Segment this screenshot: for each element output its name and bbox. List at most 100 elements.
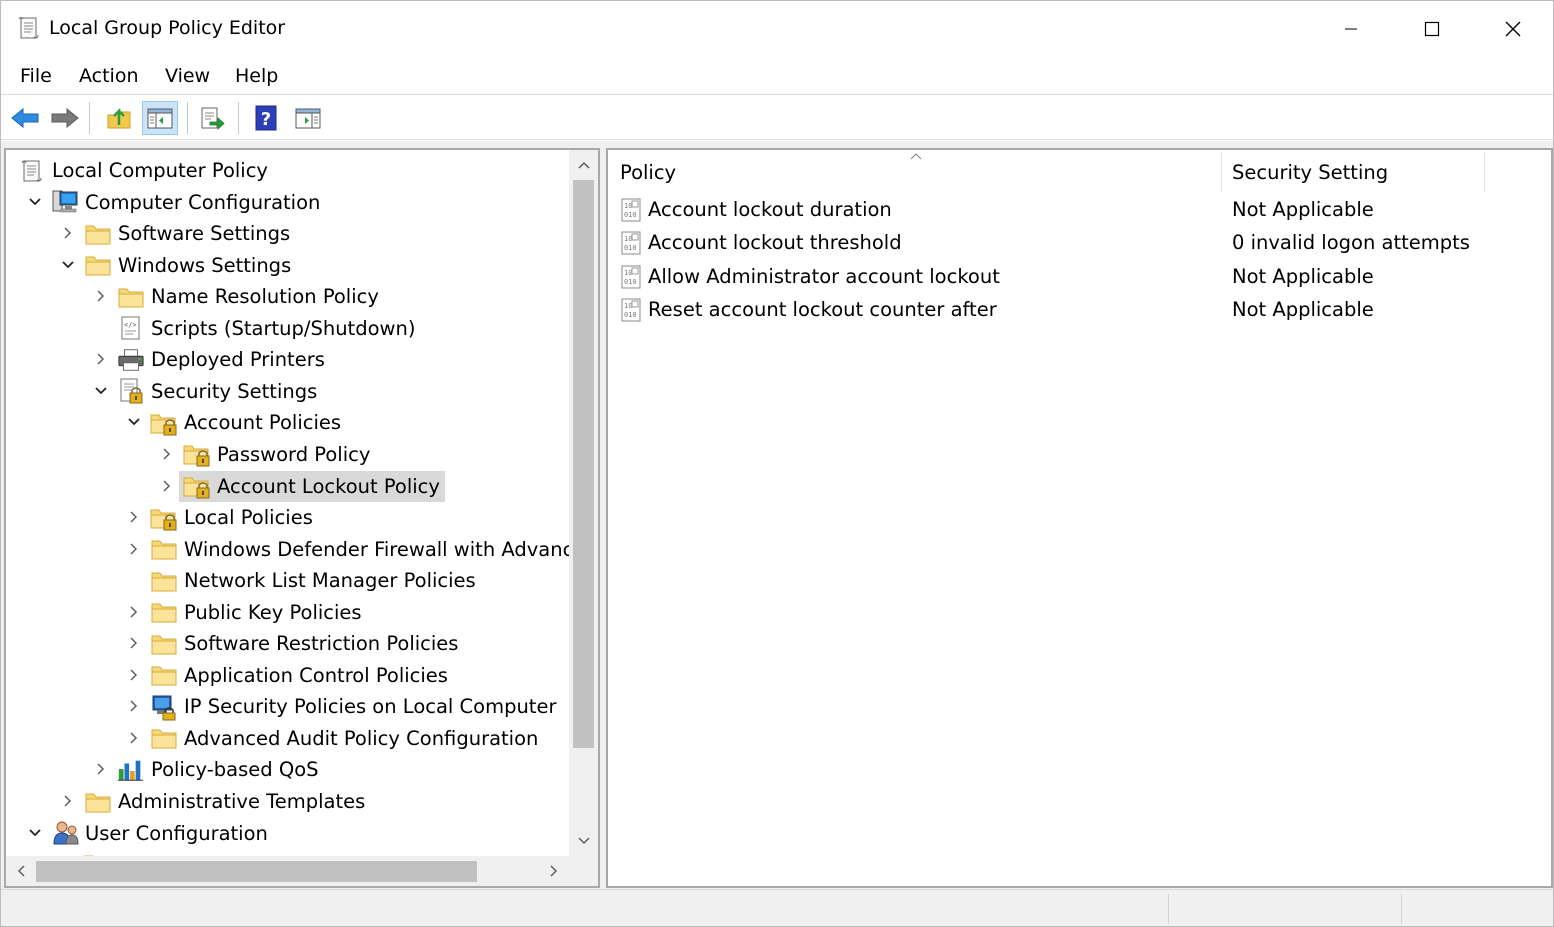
list-item[interactable]: 10 010 Allow Administrator account lockout…: [608, 261, 1551, 294]
tree-item[interactable]: User Configuration: [6, 818, 566, 849]
tree-item-label: Application Control Policies: [184, 663, 448, 687]
svg-text:10: 10: [624, 269, 632, 277]
tree-item[interactable]: Account Policies: [6, 407, 566, 438]
tree-item[interactable]: Advanced Audit Policy Configuration: [6, 723, 566, 754]
expand-toggle[interactable]: [60, 793, 76, 809]
tree-item[interactable]: Policy-based QoS: [6, 754, 566, 785]
menu-view[interactable]: View: [165, 65, 210, 87]
tree-item[interactable]: IP Security Policies on Local Computer: [6, 691, 566, 722]
tree-item[interactable]: Software Restriction Policies: [6, 628, 566, 659]
tree-item[interactable]: Software Settings: [6, 218, 566, 249]
expand-toggle[interactable]: [126, 698, 142, 714]
menu-action[interactable]: Action: [79, 65, 139, 87]
folder-icon: [84, 252, 112, 278]
back-button[interactable]: [7, 101, 43, 135]
tree-item-label: Windows Defender Firewall with Advanced: [184, 537, 598, 561]
expand-toggle[interactable]: [126, 635, 142, 651]
toolbar-separator: [89, 102, 90, 134]
tree-item[interactable]: Public Key Policies: [6, 597, 566, 628]
help-button[interactable]: ?: [248, 101, 284, 135]
scroll-down-button[interactable]: [569, 826, 598, 856]
tree-item[interactable]: Local Computer Policy: [6, 155, 566, 186]
chevron-right-icon: [130, 637, 138, 649]
title-bar[interactable]: Local Group Policy Editor: [1, 1, 1553, 57]
tree-vertical-scroll-thumb[interactable]: [573, 180, 594, 748]
user-icon: [51, 820, 79, 846]
column-header-policy[interactable]: Policy: [608, 150, 1222, 194]
scroll-left-button[interactable]: [6, 856, 36, 886]
minimize-button[interactable]: [1311, 1, 1391, 57]
security-policy-icon: 10 010: [620, 264, 644, 290]
expand-toggle[interactable]: [126, 509, 142, 525]
tree-item-label: Software Restriction Policies: [184, 632, 459, 656]
locked-folder-icon: [150, 410, 178, 436]
list-item[interactable]: 10 010 Reset account lockout counter after…: [608, 294, 1551, 327]
expand-toggle[interactable]: [93, 288, 109, 304]
expand-toggle[interactable]: [93, 761, 109, 777]
collapse-toggle[interactable]: [27, 825, 43, 841]
tree-item-label: Local Computer Policy: [52, 159, 268, 182]
up-one-level-button[interactable]: [101, 101, 137, 135]
chevron-right-icon: [130, 606, 138, 618]
chevron-right-icon: [97, 763, 105, 775]
status-divider: [1401, 894, 1402, 924]
list-item[interactable]: 10 010 Account lockout duration Not Applica…: [608, 194, 1551, 227]
menu-help[interactable]: Help: [235, 65, 278, 87]
expand-toggle[interactable]: [93, 351, 109, 367]
expand-toggle[interactable]: [126, 604, 142, 620]
collapse-toggle[interactable]: [60, 257, 76, 273]
expand-toggle[interactable]: [126, 730, 142, 746]
tree-item-content: Windows Settings: [84, 250, 296, 281]
script-icon: </>: [117, 315, 145, 341]
list-item[interactable]: 10 010 Account lockout threshold 0 invalid …: [608, 227, 1551, 260]
scroll-up-button[interactable]: [569, 150, 598, 180]
tree-item-label: IP Security Policies on Local Computer: [184, 695, 557, 719]
collapse-toggle[interactable]: [93, 383, 109, 399]
maximize-button[interactable]: [1392, 1, 1472, 57]
ip-security-icon: [150, 694, 178, 721]
tree-item[interactable]: Name Resolution Policy: [6, 281, 566, 312]
tree-item[interactable]: Administrative Templates: [6, 786, 566, 817]
tree-vertical-scrollbar[interactable]: [569, 150, 598, 856]
console-tree: Local Computer Policy Computer Configurat…: [4, 148, 600, 888]
chevron-down-icon: [128, 418, 140, 426]
expand-toggle[interactable]: [126, 667, 142, 683]
forward-button[interactable]: [47, 101, 83, 135]
printer-icon: [117, 347, 145, 373]
tree-item-label: Network List Manager Policies: [184, 569, 476, 593]
tree-item[interactable]: Network List Manager Policies: [6, 565, 566, 596]
collapse-toggle[interactable]: [27, 194, 43, 210]
expand-toggle[interactable]: [159, 446, 175, 462]
tree-item-label: Account Lockout Policy: [211, 470, 445, 502]
tree-item[interactable]: Security Settings: [6, 376, 566, 407]
tree-horizontal-scrollbar[interactable]: [6, 856, 569, 886]
export-list-button[interactable]: [194, 101, 230, 135]
expand-toggle[interactable]: [126, 541, 142, 557]
tree-item[interactable]: Password Policy: [6, 439, 566, 470]
tree-item-label: Deployed Printers: [151, 348, 325, 372]
tree-item[interactable]: Deployed Printers: [6, 344, 566, 375]
tree-horizontal-scroll-thumb[interactable]: [36, 861, 477, 882]
security-setting-value: Not Applicable: [1232, 298, 1374, 322]
menu-file[interactable]: File: [20, 65, 52, 87]
show-hide-console-tree-button[interactable]: [142, 101, 178, 135]
collapse-toggle[interactable]: [126, 414, 142, 430]
column-header-security-setting[interactable]: Security Setting: [1222, 150, 1484, 194]
tree-item[interactable]: Application Control Policies: [6, 660, 566, 691]
tree-item-selected-highlight: Account Lockout Policy: [179, 470, 445, 502]
svg-text:010: 010: [624, 211, 637, 219]
show-hide-action-pane-button[interactable]: [290, 101, 326, 135]
tree-item[interactable]: </> Scripts (Startup/Shutdown): [6, 313, 566, 344]
tree-item-content: Account Policies: [150, 407, 346, 438]
expand-toggle[interactable]: [159, 478, 175, 494]
tree-item[interactable]: Computer Configuration: [6, 187, 566, 218]
scroll-right-button[interactable]: [539, 856, 569, 886]
tree-item[interactable]: Windows Settings: [6, 250, 566, 281]
close-button[interactable]: [1473, 1, 1553, 57]
tree-item[interactable]: Windows Defender Firewall with Advanced: [6, 534, 598, 565]
tree-item[interactable]: Account Lockout Policy: [6, 470, 566, 502]
expand-toggle[interactable]: [60, 225, 76, 241]
tree-item[interactable]: Local Policies: [6, 502, 566, 533]
column-divider[interactable]: [1484, 152, 1485, 192]
up-folder-icon: [107, 107, 131, 129]
